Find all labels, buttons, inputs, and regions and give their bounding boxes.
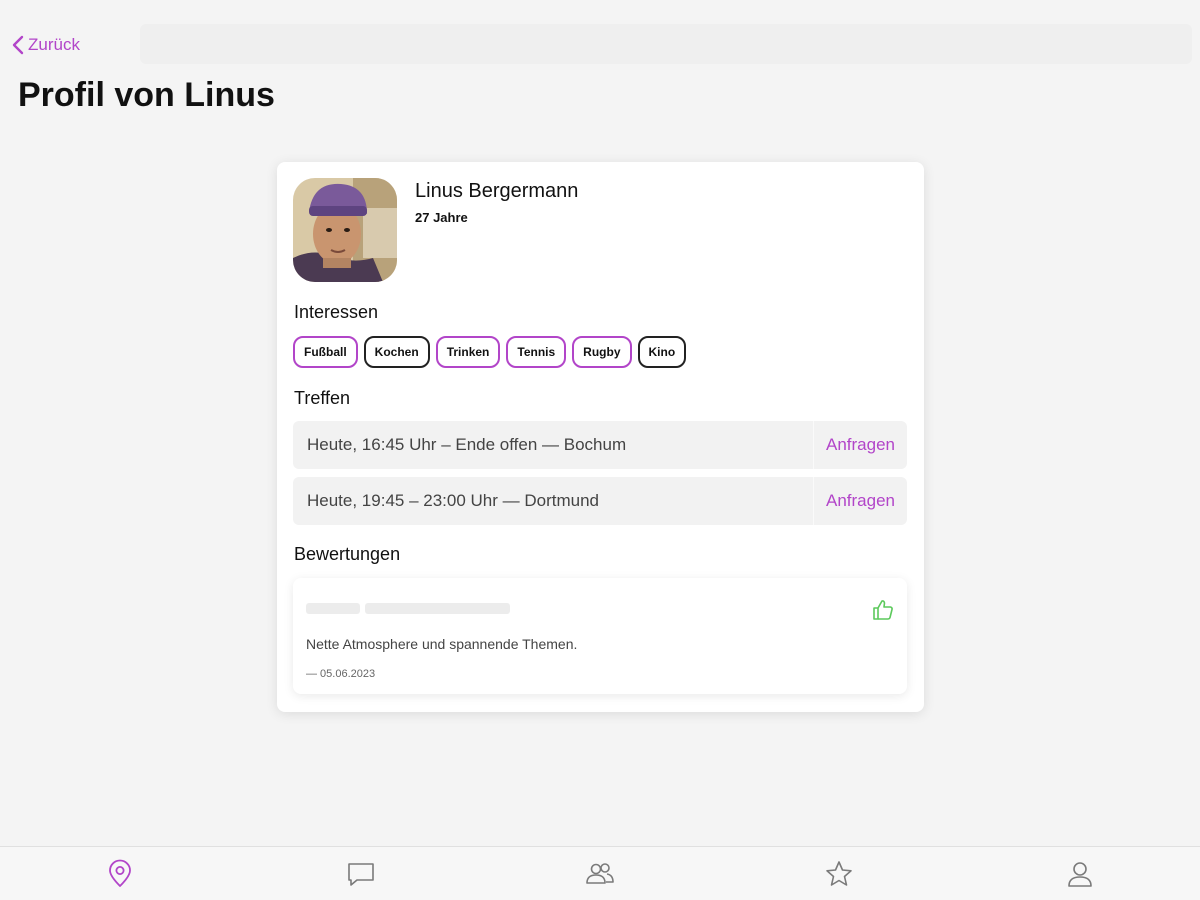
review-card: Nette Atmosphere und spannende Themen. —… <box>293 578 907 694</box>
navigation-bar-background <box>140 24 1192 64</box>
interest-tag: Fußball <box>293 336 358 368</box>
request-button[interactable]: Anfragen <box>813 477 907 525</box>
interest-tag: Kochen <box>363 336 430 368</box>
person-icon <box>1068 862 1092 887</box>
avatar <box>293 178 397 282</box>
tab-bar <box>0 846 1200 900</box>
tab-chats[interactable] <box>344 857 378 891</box>
back-button-label: Zurück <box>28 35 80 54</box>
meeting-row: Heute, 19:45 – 23:00 Uhr — Dortmund Anfr… <box>293 477 907 525</box>
profile-age: 27 Jahre <box>415 210 468 225</box>
reviews-heading: Bewertungen <box>294 544 401 564</box>
tab-friends[interactable] <box>583 857 617 891</box>
meetings-heading: Treffen <box>294 388 351 408</box>
profile-card: Linus Bergermann 27 Jahre Interessen Fuß… <box>277 162 924 712</box>
tab-map[interactable] <box>103 857 137 891</box>
navigation-bar: Zurück <box>0 22 1200 66</box>
meeting-row: Heute, 16:45 Uhr – Ende offen — Bochum A… <box>293 421 907 469</box>
thumbs-up-icon <box>873 600 893 620</box>
chat-icon <box>348 863 374 886</box>
interest-tags: Fußball Kochen Trinken Tennis Rugby Kino <box>293 336 687 368</box>
interest-tag: Tennis <box>506 336 567 368</box>
people-icon <box>586 863 614 884</box>
back-button[interactable]: Zurück <box>10 32 80 58</box>
tab-favorites[interactable] <box>822 857 856 891</box>
page-title: Profil von Linus <box>18 76 275 114</box>
interest-tag: Rugby <box>572 336 632 368</box>
request-button[interactable]: Anfragen <box>813 421 907 469</box>
profile-name: Linus Bergermann <box>415 180 579 202</box>
map-pin-icon <box>109 859 131 887</box>
meeting-details: Heute, 16:45 Uhr – Ende offen — Bochum <box>307 435 627 454</box>
star-icon <box>826 861 852 886</box>
review-text: Nette Atmosphere und spannende Themen. <box>306 636 578 652</box>
chevron-left-icon <box>12 35 24 55</box>
review-date: — 05.06.2023 <box>306 668 376 680</box>
review-title-placeholder <box>365 603 510 614</box>
meeting-details: Heute, 19:45 – 23:00 Uhr — Dortmund <box>307 491 599 510</box>
interest-tag: Kino <box>637 336 687 368</box>
reviewer-name-placeholder <box>306 603 360 614</box>
tab-profile[interactable] <box>1063 857 1097 891</box>
interest-tag: Trinken <box>435 336 501 368</box>
interests-heading: Interessen <box>294 302 379 322</box>
